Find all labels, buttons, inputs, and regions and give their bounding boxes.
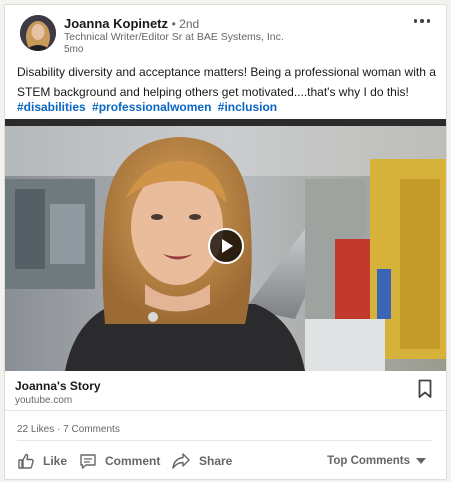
share-arrow-icon (172, 453, 190, 469)
social-counts: 22 Likes · 7 Comments (17, 424, 120, 435)
link-title[interactable]: Joanna's Story (15, 379, 101, 393)
sort-selected-value: Top Comments (327, 455, 410, 467)
author-headline: Technical Writer/Editor Sr at BAE System… (64, 31, 284, 43)
likes-count[interactable]: 22 Likes (17, 424, 54, 435)
link-domain: youtube.com (15, 395, 73, 406)
comment-label: Comment (105, 454, 161, 468)
like-label: Like (43, 454, 68, 468)
video-thumbnail[interactable] (5, 119, 446, 371)
author-name-line: Joanna Kopinetz • 2nd (64, 16, 199, 31)
actions-divider (17, 440, 432, 441)
post-text: Disability diversity and acceptance matt… (17, 65, 436, 99)
like-button[interactable]: Like (17, 449, 67, 473)
hashtag-professionalwomen[interactable]: #professionalwomen (92, 100, 211, 114)
hashtag-disabilities[interactable]: #disabilities (17, 100, 86, 114)
post-header: Joanna Kopinetz • 2nd Technical Writer/E… (5, 5, 446, 61)
thumbs-up-icon (18, 453, 34, 469)
comments-count[interactable]: 7 Comments (63, 424, 120, 435)
caret-down-icon (416, 458, 426, 464)
author-name[interactable]: Joanna Kopinetz (64, 16, 168, 31)
post-time: 5mo (64, 44, 84, 55)
share-button[interactable]: Share (171, 449, 232, 473)
link-preview[interactable]: Joanna's Story youtube.com (5, 371, 446, 411)
share-label: Share (199, 454, 233, 468)
hashtag-list: #disabilities #professionalwomen #inclus… (17, 98, 280, 116)
social-actions-bar: Like Comment Share Top Comments (5, 449, 446, 473)
comment-button[interactable]: Comment (79, 449, 160, 473)
connection-degree: • 2nd (171, 17, 200, 31)
comment-icon (80, 454, 96, 469)
play-icon[interactable] (208, 228, 244, 264)
more-options-icon[interactable] (410, 13, 434, 29)
bookmark-icon[interactable] (418, 379, 432, 399)
counts-separator: · (54, 424, 64, 435)
author-avatar[interactable] (20, 15, 56, 51)
comments-sort-dropdown[interactable]: Top Comments (327, 449, 426, 473)
hashtag-inclusion[interactable]: #inclusion (218, 100, 277, 114)
feed-post-card: Joanna Kopinetz • 2nd Technical Writer/E… (4, 4, 447, 480)
